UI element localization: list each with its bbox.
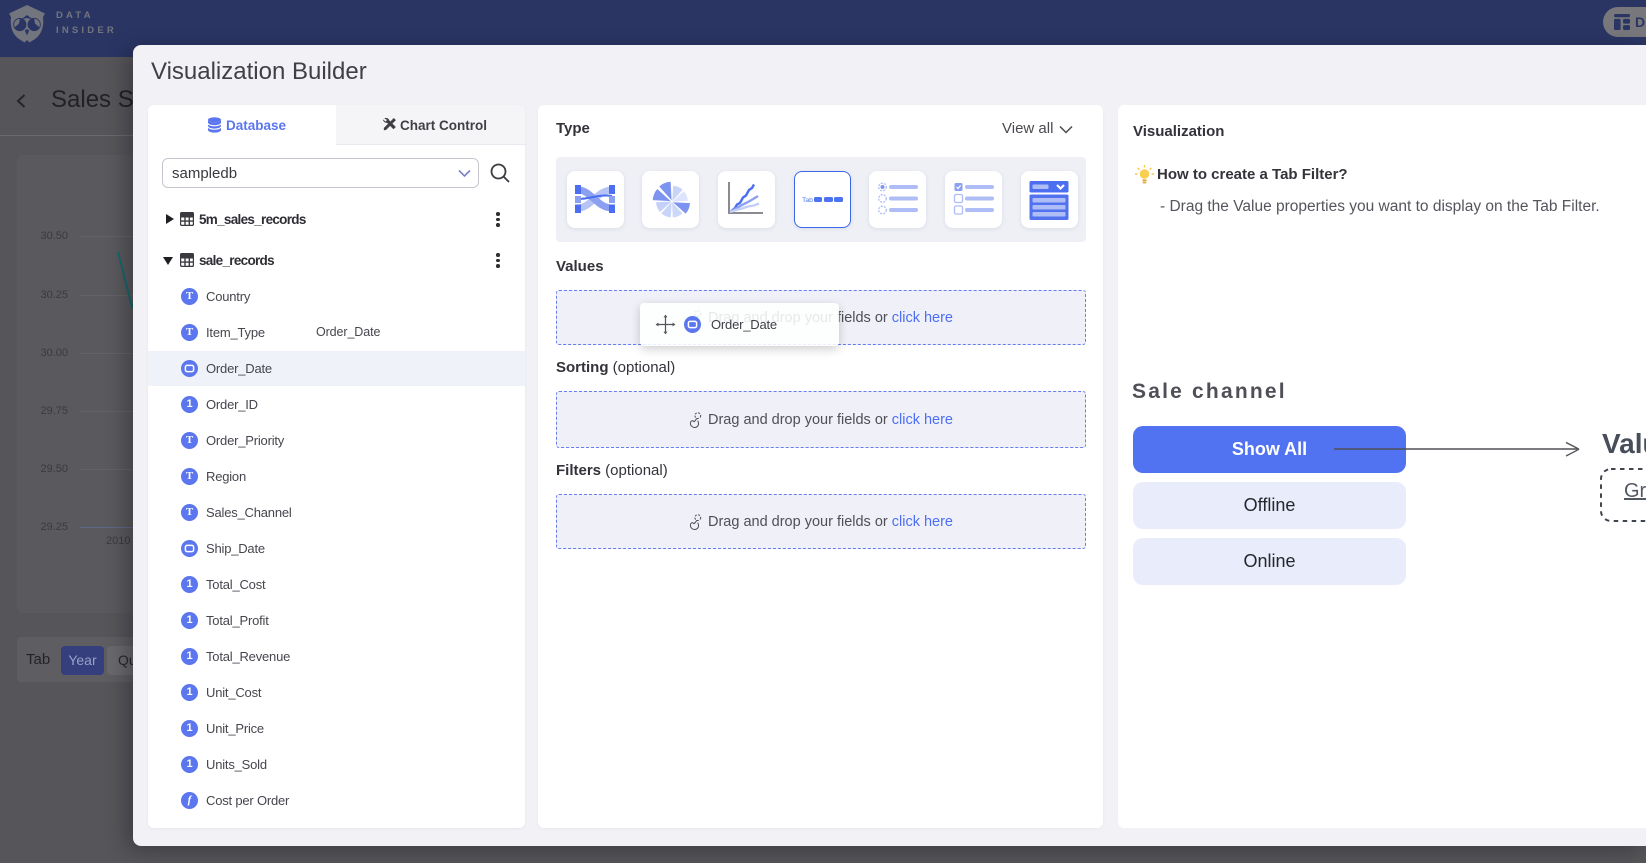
svg-text:Tab: Tab [802, 197, 813, 204]
